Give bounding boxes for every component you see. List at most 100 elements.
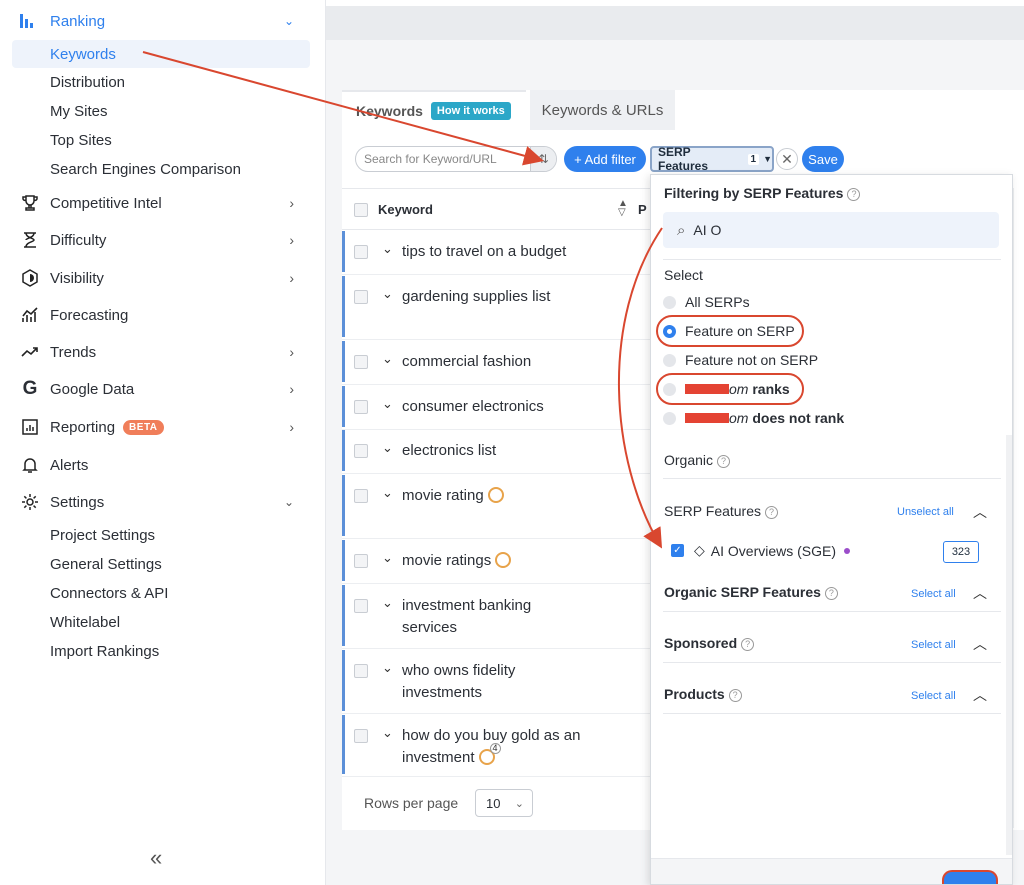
chevron-down-icon[interactable]: ⌄ — [382, 595, 393, 611]
nav-forecasting[interactable]: Forecasting — [18, 301, 308, 329]
close-icon[interactable]: ✕ — [776, 148, 798, 170]
filter-toggle-icon[interactable]: ⇅ — [530, 147, 556, 171]
unselect-all-link[interactable]: Unselect all — [897, 506, 954, 518]
how-it-works-badge[interactable]: How it works — [430, 102, 511, 120]
nav-alerts[interactable]: Alerts — [18, 451, 308, 479]
help-icon[interactable]: ? — [847, 188, 861, 201]
nav-reporting[interactable]: Reporting BETA › — [18, 413, 308, 441]
row-checkbox[interactable] — [354, 489, 368, 503]
rows-per-page-select[interactable]: 10 ⌄ — [475, 789, 533, 817]
row-checkbox[interactable] — [354, 554, 368, 568]
nav-difficulty[interactable]: Difficulty › — [18, 226, 308, 254]
feature-search-input[interactable]: ⌕ AI O — [663, 212, 999, 248]
row-checkbox[interactable] — [354, 355, 368, 369]
nav-ranking[interactable]: Ranking ⌄ — [20, 8, 310, 34]
select-all-link[interactable]: Select all — [911, 690, 956, 702]
chevron-down-icon[interactable]: ⌄ — [382, 396, 393, 412]
tab-keywords[interactable]: Keywords How it works — [342, 90, 526, 130]
table-row[interactable]: ⌄ gardening supplies list — [342, 276, 652, 340]
chevron-right-icon: › — [289, 270, 294, 286]
table-row[interactable]: ⌄ electronics list — [342, 430, 652, 474]
table-row[interactable]: ⌄ movie ratings — [342, 540, 652, 584]
row-checkbox[interactable] — [354, 400, 368, 414]
row-checkbox[interactable] — [354, 664, 368, 678]
row-checkbox[interactable] — [354, 245, 368, 259]
sidebar-item-search-engines-comparison[interactable]: Search Engines Comparison — [50, 156, 241, 182]
row-checkbox[interactable] — [354, 599, 368, 613]
chevron-down-icon[interactable]: ⌄ — [382, 440, 393, 456]
section-organic[interactable]: Organic? — [664, 452, 731, 468]
table-row[interactable]: ⌄ consumer electronics — [342, 386, 652, 430]
row-checkbox[interactable] — [354, 729, 368, 743]
add-filter-button[interactable]: + Add filter — [564, 146, 646, 172]
chevron-up-icon[interactable]: ︿ — [973, 583, 987, 603]
radio-feature-not-on-serp[interactable]: Feature not on SERP — [663, 349, 818, 371]
checkbox-checked[interactable]: ✓ — [671, 544, 684, 557]
table-row[interactable]: ⌄ investment banking services — [342, 585, 652, 649]
radio-button[interactable] — [663, 411, 676, 425]
radio-button[interactable] — [663, 353, 676, 367]
sidebar-item-top-sites[interactable]: Top Sites — [50, 127, 112, 153]
sidebar-item-my-sites[interactable]: My Sites — [50, 98, 108, 124]
help-icon[interactable]: ? — [741, 638, 755, 651]
select-all-link[interactable]: Select all — [911, 639, 956, 651]
nav-competitive-intel[interactable]: Competitive Intel › — [18, 189, 308, 217]
nav-settings[interactable]: Settings ⌄ — [18, 488, 308, 516]
chevron-down-icon[interactable]: ⌄ — [382, 286, 393, 302]
sidebar-item-import-rankings[interactable]: Import Rankings — [50, 638, 159, 664]
row-checkbox[interactable] — [354, 444, 368, 458]
row-checkbox[interactable] — [354, 290, 368, 304]
sge-icon[interactable] — [495, 552, 512, 568]
apply-button[interactable] — [942, 870, 998, 884]
chevron-down-icon[interactable]: ⌄ — [382, 485, 393, 501]
section-sponsored[interactable]: Sponsored? — [664, 635, 755, 651]
table-row[interactable]: ⌄ commercial fashion — [342, 341, 652, 385]
column-keyword[interactable]: Keyword — [378, 202, 433, 217]
table-row[interactable]: ⌄ how do you buy gold as an investment 4 — [342, 715, 652, 777]
table-row[interactable]: ⌄ who owns fidelity investments — [342, 650, 652, 714]
table-row[interactable]: ⌄ tips to travel on a budget — [342, 231, 652, 275]
column-p[interactable]: P — [638, 202, 647, 217]
chevron-down-icon[interactable]: ⌄ — [382, 660, 393, 676]
save-button[interactable]: Save — [802, 146, 844, 172]
nav-trends[interactable]: Trends › — [18, 338, 308, 366]
section-serp-features[interactable]: SERP Features? — [664, 503, 779, 519]
sidebar-item-whitelabel[interactable]: Whitelabel — [50, 609, 120, 635]
collapse-sidebar-icon[interactable]: « — [150, 845, 162, 871]
section-organic-label: Organic — [664, 452, 714, 468]
radio-domain-does-not-rank[interactable]: om does not rank — [663, 407, 844, 429]
tab-keywords-urls[interactable]: Keywords & URLs — [530, 90, 675, 130]
select-all-checkbox[interactable] — [354, 203, 368, 217]
sidebar-item-general-settings[interactable]: General Settings — [50, 551, 162, 577]
chevron-down-icon[interactable]: ⌄ — [382, 241, 393, 257]
help-icon[interactable]: ? — [728, 689, 742, 702]
section-organic-serp-features[interactable]: Organic SERP Features? — [664, 584, 838, 600]
sort-icon[interactable]: ▲ ▽ — [618, 199, 628, 218]
chevron-up-icon[interactable]: ︿ — [973, 634, 987, 654]
chevron-up-icon[interactable]: ︿ — [973, 685, 987, 705]
radio-all-serps[interactable]: All SERPs — [663, 291, 750, 313]
sidebar-item-keywords[interactable]: Keywords — [50, 41, 116, 67]
search-input[interactable]: Search for Keyword/URL ⇅ — [355, 146, 557, 172]
help-icon[interactable]: ? — [765, 506, 779, 519]
table-row[interactable]: ⌄ movie rating — [342, 475, 652, 539]
feature-ai-overviews[interactable]: ✓ ◇ AI Overviews (SGE) — [671, 542, 851, 559]
help-icon[interactable]: ? — [824, 587, 838, 600]
chevron-down-icon[interactable]: ⌄ — [382, 351, 393, 367]
sge-icon[interactable] — [487, 487, 504, 503]
sidebar-item-project-settings[interactable]: Project Settings — [50, 522, 155, 548]
sidebar-item-connectors-api[interactable]: Connectors & API — [50, 580, 168, 606]
chevron-up-icon[interactable]: ︿ — [973, 502, 987, 522]
nav-google-data[interactable]: G Google Data › — [18, 375, 308, 403]
help-icon[interactable]: ? — [717, 455, 731, 468]
serp-features-chip[interactable]: SERP Features 1 ▼ — [650, 145, 774, 173]
chevron-down-icon[interactable]: ⌄ — [382, 725, 393, 741]
radio-button[interactable] — [663, 295, 676, 309]
sidebar-item-distribution[interactable]: Distribution — [50, 69, 125, 95]
scrollbar[interactable] — [1006, 435, 1012, 855]
select-all-link[interactable]: Select all — [911, 588, 956, 600]
chevron-down-icon[interactable]: ⌄ — [382, 550, 393, 566]
section-products[interactable]: Products? — [664, 686, 742, 702]
nav-visibility[interactable]: Visibility › — [18, 264, 308, 292]
sge-icon[interactable]: 4 — [478, 743, 501, 765]
